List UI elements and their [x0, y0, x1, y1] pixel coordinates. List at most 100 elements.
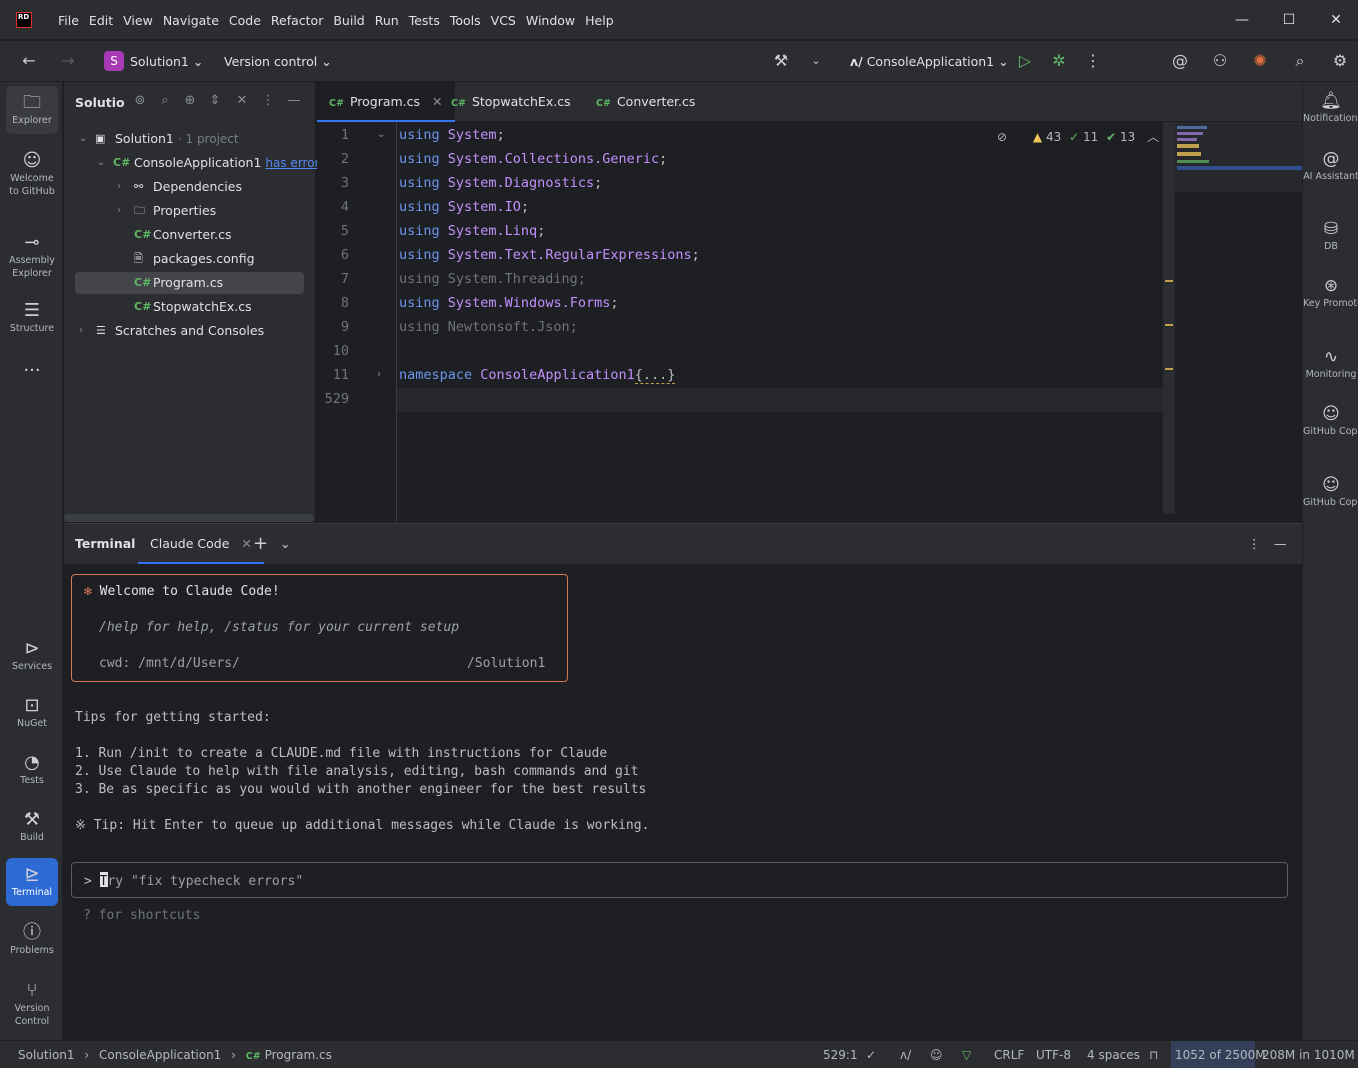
- menu-view[interactable]: View: [118, 13, 158, 28]
- build-options-chevron-icon[interactable]: ⌄: [806, 51, 826, 71]
- ai-assistant-icon[interactable]: @: [1170, 51, 1190, 71]
- tests-tool-button[interactable]: ◔ Tests: [6, 746, 58, 794]
- nuget-tool-button[interactable]: ⊡ NuGet: [6, 689, 58, 737]
- panel-options-icon[interactable]: ⋮: [260, 93, 276, 109]
- previous-problem-icon[interactable]: ︿: [1147, 130, 1159, 144]
- search-icon[interactable]: ⌕: [157, 93, 173, 109]
- menu-run[interactable]: Run: [370, 13, 404, 28]
- problems-tool-button[interactable]: ⓘ Problems: [6, 916, 58, 964]
- close-window-icon[interactable]: ✕: [1326, 10, 1346, 30]
- tree-item-scratches[interactable]: › ☰ Scratches and Consoles: [75, 320, 304, 342]
- add-user-icon[interactable]: ⚇: [1210, 51, 1230, 71]
- indent-selector[interactable]: 4 spaces: [1087, 1048, 1140, 1062]
- code-line[interactable]: using System;: [399, 127, 505, 143]
- terminal-options-icon[interactable]: ⋮: [1248, 524, 1261, 564]
- prompt-text[interactable]: > Try "fix typecheck errors": [84, 872, 303, 889]
- close-tab-icon[interactable]: ✕: [241, 536, 251, 551]
- tab-program-cs[interactable]: C# Program.cs ✕: [317, 82, 455, 122]
- menu-refactor[interactable]: Refactor: [266, 13, 328, 28]
- github-copilot-chat-tool-button[interactable]: ☺GitHub Copilot Chat: [1303, 474, 1358, 509]
- services-tool-button[interactable]: ⊳ Services: [6, 632, 58, 680]
- tab-claude-code[interactable]: Claude Code ✕: [138, 524, 264, 564]
- more-tools-button[interactable]: ···: [6, 354, 58, 384]
- settings-gear-icon[interactable]: ⚙: [1330, 51, 1350, 71]
- code-line[interactable]: using System.Collections.Generic;: [399, 151, 667, 167]
- tree-item-project[interactable]: ⌄ C# ConsoleApplication1 has errors: [75, 152, 326, 174]
- menu-tools[interactable]: Tools: [445, 13, 486, 28]
- code-line[interactable]: namespace ConsoleApplication1{...}: [399, 367, 676, 384]
- tree-item-packages-config[interactable]: 🗎 packages.config: [75, 248, 304, 270]
- fold-chevron-down-icon[interactable]: ⌄: [377, 129, 385, 140]
- build-hammer-icon[interactable]: ⚒: [771, 51, 791, 71]
- menu-vcs[interactable]: VCS: [486, 13, 521, 28]
- inspection-status-icon[interactable]: ✓: [866, 1048, 876, 1062]
- menu-window[interactable]: Window: [521, 13, 580, 28]
- tree-item-stopwatch[interactable]: C# StopwatchEx.cs: [75, 296, 304, 318]
- run-icon[interactable]: ▷: [1015, 51, 1035, 71]
- more-actions-icon[interactable]: ⋮: [1083, 51, 1103, 71]
- caret-position[interactable]: 529:1: [823, 1048, 858, 1062]
- tab-stopwatchex-cs[interactable]: C# StopwatchEx.cs: [451, 82, 571, 122]
- github-copilot-tool-button[interactable]: ☺GitHub Copilot: [1303, 403, 1358, 438]
- menu-build[interactable]: Build: [328, 13, 369, 28]
- target-icon[interactable]: ⊕: [182, 93, 198, 109]
- reader-mode-eye-icon[interactable]: ⊘: [997, 130, 1007, 144]
- copilot-status-icon[interactable]: ☺: [930, 1048, 943, 1062]
- close-tab-icon[interactable]: ✕: [432, 94, 442, 109]
- notifications-tool-button[interactable]: 🔔︎ Notifications: [1303, 90, 1358, 125]
- status-breadcrumb[interactable]: Solution1 › ConsoleApplication1 › C# Pro…: [18, 1048, 332, 1062]
- code-line[interactable]: using System.Linq;: [399, 223, 545, 239]
- code-line[interactable]: using System.Diagnostics;: [399, 175, 602, 191]
- read-only-lock-icon[interactable]: ⊓: [1149, 1048, 1158, 1062]
- fold-chevron-right-icon[interactable]: ›: [377, 369, 381, 380]
- tree-item-dependencies[interactable]: › ⚯ Dependencies: [75, 176, 304, 198]
- version-control-dropdown[interactable]: Version control ⌄: [224, 54, 332, 69]
- code-line-unused[interactable]: using Newtonsoft.Json;: [399, 319, 578, 335]
- version-control-tool-button[interactable]: ⑂ Version Control: [6, 974, 58, 1034]
- hide-panel-icon[interactable]: —: [286, 93, 302, 109]
- menu-tests[interactable]: Tests: [404, 13, 445, 28]
- horizontal-scrollbar[interactable]: [64, 514, 314, 522]
- tree-item-properties[interactable]: › 🗀 Properties: [75, 200, 304, 222]
- encoding-selector[interactable]: UTF-8: [1036, 1048, 1071, 1062]
- expand-all-icon[interactable]: ⇕: [207, 93, 223, 109]
- minimize-icon[interactable]: —: [1232, 10, 1252, 30]
- ai-assistant-tool-button[interactable]: @ AI Assistant: [1303, 148, 1358, 183]
- shield-icon[interactable]: ▽: [962, 1048, 971, 1062]
- key-promoter-tool-button[interactable]: ⊛Key Promoter: [1303, 275, 1358, 310]
- menu-file[interactable]: File: [53, 13, 84, 28]
- hide-terminal-icon[interactable]: —: [1274, 524, 1287, 564]
- assembly-explorer-tool-button[interactable]: ⊸ Assembly Explorer: [6, 226, 58, 286]
- terminal-tabs-chevron-down-icon[interactable]: ⌄: [280, 524, 290, 564]
- line-ending-selector[interactable]: CRLF: [994, 1048, 1024, 1062]
- build-tool-button[interactable]: ⚒ Build: [6, 803, 58, 851]
- menu-edit[interactable]: Edit: [84, 13, 118, 28]
- claude-icon[interactable]: ✺: [1250, 51, 1270, 71]
- inspection-widget[interactable]: ⊘ ▲ 43 ✓ 11 ✔ 13 ︿ ﹀: [997, 128, 1179, 145]
- structure-tool-button[interactable]: ☰ Structure: [6, 294, 58, 342]
- project-badge[interactable]: S: [104, 51, 124, 71]
- monitoring-tool-button[interactable]: ∿ Monitoring: [1303, 346, 1358, 381]
- menu-code[interactable]: Code: [224, 13, 266, 28]
- claude-prompt-input[interactable]: > Try "fix typecheck errors": [71, 862, 1288, 898]
- explorer-tool-button[interactable]: 🗀 Explorer: [6, 86, 58, 134]
- run-configuration-dropdown[interactable]: ʌ/ ConsoleApplication1 ⌄: [850, 54, 1009, 69]
- warning-marker[interactable]: [1165, 368, 1173, 370]
- tree-item-program[interactable]: C# Program.cs: [75, 272, 304, 294]
- editor-scrollbar[interactable]: [1163, 122, 1175, 514]
- warning-marker[interactable]: [1165, 280, 1173, 282]
- db-tool-button[interactable]: ⛁ DB: [1303, 218, 1358, 253]
- folded-region[interactable]: {...}: [634, 367, 676, 384]
- tree-item-solution[interactable]: ⌄ ▣ Solution1 · 1 project: [75, 128, 304, 150]
- forward-icon[interactable]: →: [58, 51, 78, 71]
- run-config-status-icon[interactable]: ʌ/: [900, 1048, 911, 1062]
- code-minimap[interactable]: [1175, 122, 1302, 192]
- tab-converter-cs[interactable]: C# Converter.cs: [596, 82, 695, 122]
- menu-help[interactable]: Help: [580, 13, 619, 28]
- project-switcher[interactable]: Solution1 ⌄: [130, 54, 203, 69]
- welcome-github-tool-button[interactable]: ☺ Welcome to GitHub: [6, 144, 58, 204]
- tree-item-converter[interactable]: C# Converter.cs: [75, 224, 304, 246]
- locate-file-icon[interactable]: ⊚: [132, 93, 148, 109]
- maximize-icon[interactable]: ☐: [1279, 10, 1299, 30]
- code-line-unused[interactable]: using System.Threading;: [399, 271, 586, 287]
